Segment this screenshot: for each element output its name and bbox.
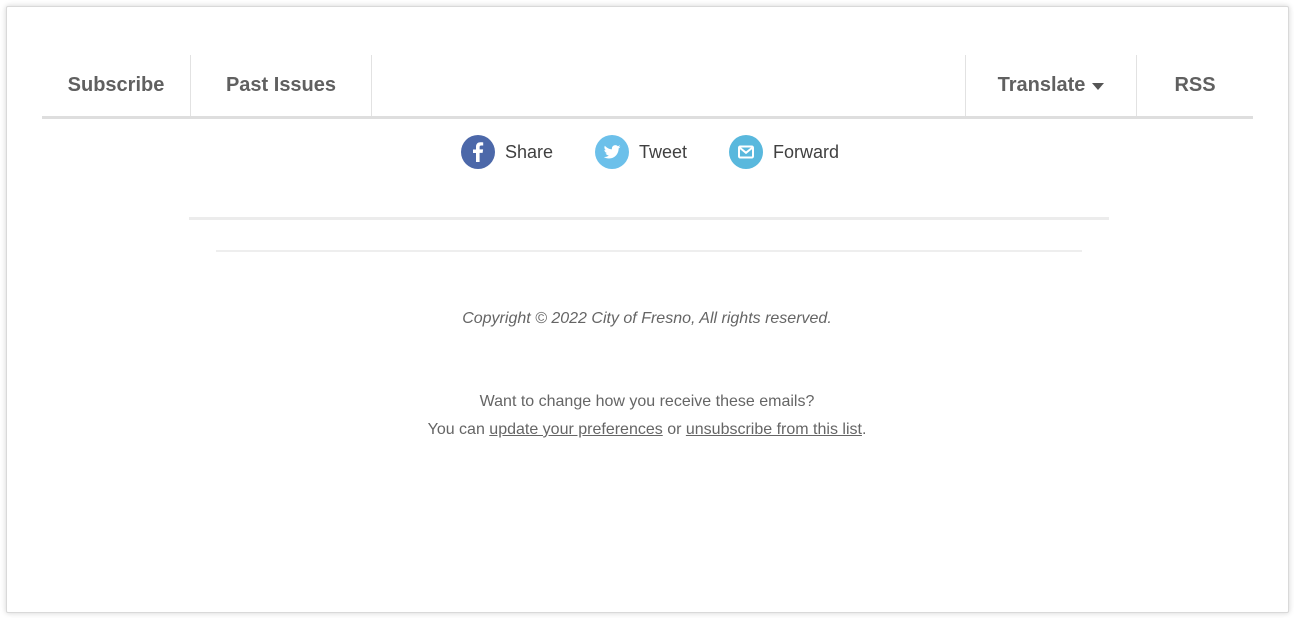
twitter-icon bbox=[595, 135, 629, 169]
update-preferences-link[interactable]: update your preferences bbox=[489, 421, 662, 438]
divider bbox=[216, 250, 1082, 252]
translate-label: Translate bbox=[997, 74, 1086, 96]
top-nav-bar: Subscribe Past Issues Translate RSS bbox=[42, 55, 1253, 119]
or-text: or bbox=[662, 421, 686, 438]
nav-separator bbox=[371, 55, 372, 116]
translate-dropdown[interactable]: Translate bbox=[966, 55, 1136, 116]
forward-label: Forward bbox=[773, 141, 840, 162]
forward-email-button[interactable]: Forward bbox=[729, 135, 839, 169]
divider bbox=[189, 217, 1109, 220]
email-icon bbox=[729, 135, 764, 169]
change-preferences-question: Want to change how you receive these ema… bbox=[479, 393, 815, 410]
period-text: . bbox=[861, 421, 867, 438]
past-issues-link[interactable]: Past Issues bbox=[191, 55, 371, 116]
twitter-tweet-button[interactable]: Tweet bbox=[595, 135, 687, 169]
preferences-line: You can update your preferences or unsub… bbox=[0, 421, 1294, 439]
share-label: Share bbox=[504, 141, 553, 162]
caret-down-icon bbox=[1092, 83, 1105, 90]
you-can-text: You can bbox=[427, 421, 490, 438]
copyright-text: Copyright © 2022 City of Fresno, All rig… bbox=[462, 310, 832, 327]
unsubscribe-link[interactable]: unsubscribe from this list bbox=[686, 421, 862, 438]
facebook-icon bbox=[460, 135, 495, 169]
rss-link[interactable]: RSS bbox=[1137, 55, 1253, 116]
tweet-label: Tweet bbox=[639, 141, 688, 162]
subscribe-link[interactable]: Subscribe bbox=[42, 55, 190, 116]
share-bar: Share Tweet Forward bbox=[0, 133, 1294, 171]
facebook-share-button[interactable]: Share bbox=[460, 135, 553, 169]
